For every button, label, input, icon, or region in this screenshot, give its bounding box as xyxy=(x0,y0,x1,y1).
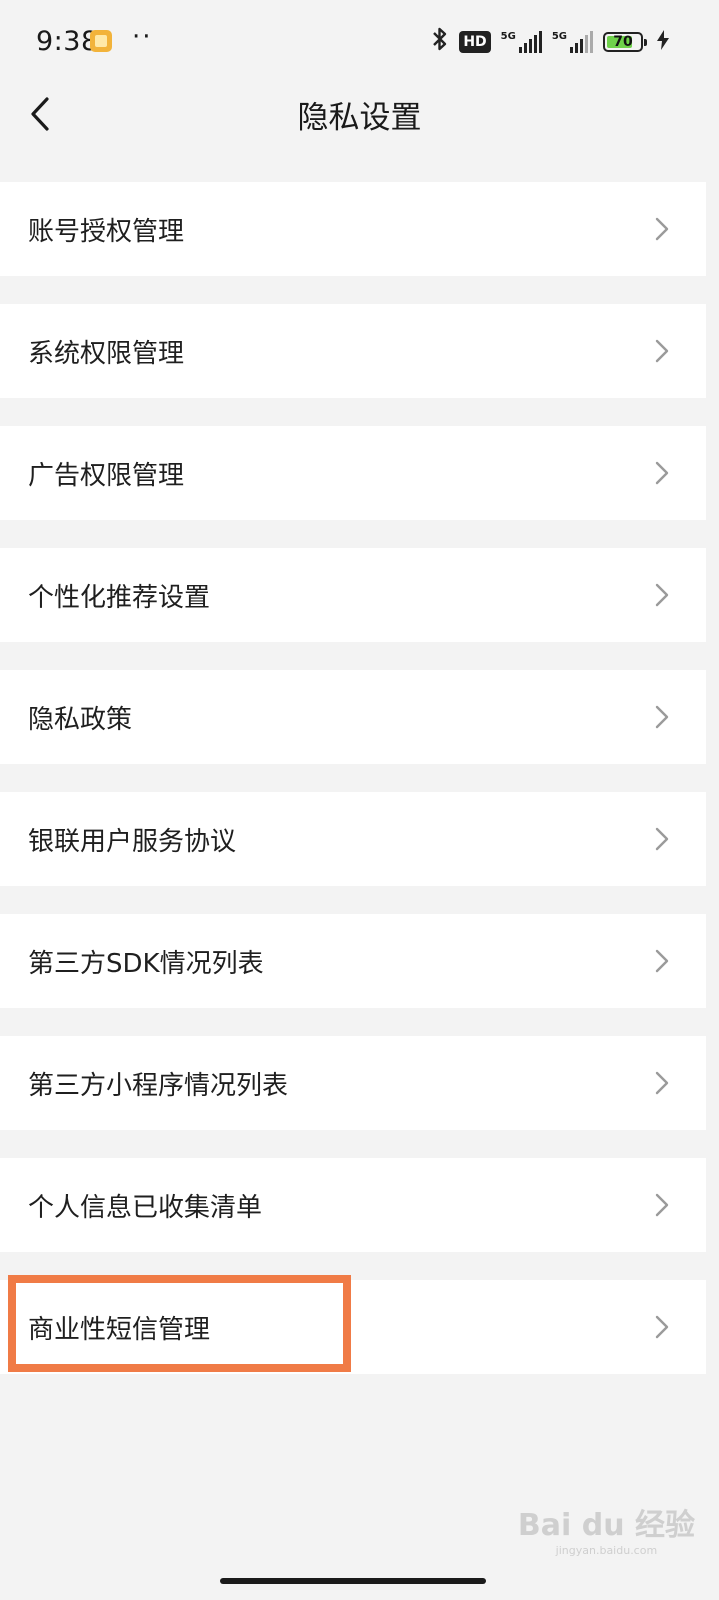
privacy-settings-list: 账号授权管理 系统权限管理 广告权限管理 个性化推荐设置 隐私政策 银联用户服务… xyxy=(0,182,706,1402)
signal-strength-icon: 5G xyxy=(552,31,593,53)
chevron-right-icon xyxy=(655,583,669,607)
page-title: 隐私设置 xyxy=(297,100,422,136)
menu-item-label: 银联用户服务协议 xyxy=(28,826,237,857)
chevron-right-icon xyxy=(655,827,669,851)
watermark-logo-text: Bai du 经验 xyxy=(517,1508,695,1543)
menu-item-personalized-recommendation[interactable]: 个性化推荐设置 xyxy=(0,548,706,642)
menu-item-label: 隐私政策 xyxy=(28,704,133,735)
chevron-right-icon xyxy=(655,339,669,363)
baidu-jingyan-watermark: Bai du 经验 jingyan.baidu.com xyxy=(518,1500,695,1557)
menu-item-label: 系统权限管理 xyxy=(28,338,185,369)
bluetooth-icon xyxy=(431,26,449,58)
menu-item-label: 商业性短信管理 xyxy=(28,1314,211,1345)
battery-icon: 70 xyxy=(603,32,647,52)
battery-level: 70 xyxy=(613,34,633,50)
nav-header: 隐私设置 xyxy=(0,84,719,144)
menu-item-third-party-miniprogram-list[interactable]: 第三方小程序情况列表 xyxy=(0,1036,706,1130)
network-type-label: 5G xyxy=(551,31,567,42)
charging-bolt-icon xyxy=(657,29,669,55)
menu-item-third-party-sdk-list[interactable]: 第三方SDK情况列表 xyxy=(0,914,706,1008)
chevron-right-icon xyxy=(655,1193,669,1217)
app-notification-icon xyxy=(90,30,112,52)
menu-item-system-permissions[interactable]: 系统权限管理 xyxy=(0,304,706,398)
chevron-right-icon xyxy=(655,949,669,973)
menu-item-label: 个人信息已收集清单 xyxy=(28,1192,263,1223)
menu-item-label: 广告权限管理 xyxy=(28,460,185,491)
menu-item-ad-permissions[interactable]: 广告权限管理 xyxy=(0,426,706,520)
status-bar: 9:38 ·· HD 5G 5G 70 xyxy=(0,0,719,84)
menu-item-label: 个性化推荐设置 xyxy=(28,582,211,613)
menu-item-unionpay-user-agreement[interactable]: 银联用户服务协议 xyxy=(0,792,706,886)
chevron-right-icon xyxy=(655,705,669,729)
chevron-right-icon xyxy=(655,461,669,485)
menu-item-label: 账号授权管理 xyxy=(28,216,185,247)
signal-strength-icon: 5G xyxy=(501,31,542,53)
network-type-label: 5G xyxy=(500,31,516,42)
hd-voice-badge: HD xyxy=(459,31,491,53)
menu-item-privacy-policy[interactable]: 隐私政策 xyxy=(0,670,706,764)
menu-item-account-authorization[interactable]: 账号授权管理 xyxy=(0,182,706,276)
chevron-right-icon xyxy=(655,1315,669,1339)
status-dots: ·· xyxy=(132,22,153,52)
menu-item-collected-personal-info[interactable]: 个人信息已收集清单 xyxy=(0,1158,706,1252)
chevron-right-icon xyxy=(655,1071,669,1095)
menu-item-label: 第三方SDK情况列表 xyxy=(28,948,264,979)
watermark-url: jingyan.baidu.com xyxy=(555,1544,658,1557)
status-right-group: HD 5G 5G 70 xyxy=(431,26,669,58)
home-indicator[interactable] xyxy=(220,1578,486,1584)
chevron-right-icon xyxy=(655,217,669,241)
menu-item-label: 第三方小程序情况列表 xyxy=(28,1070,289,1101)
menu-item-commercial-sms-management[interactable]: 商业性短信管理 xyxy=(0,1280,706,1374)
